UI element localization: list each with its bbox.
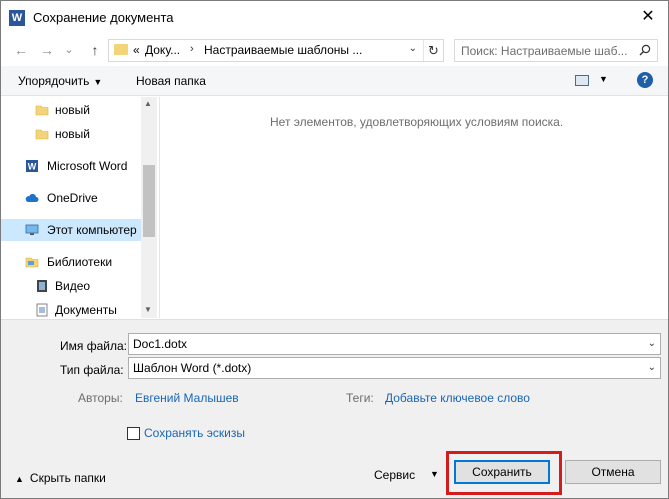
tags-value[interactable]: Добавьте ключевое слово: [385, 391, 530, 405]
close-button[interactable]: ✕: [636, 5, 660, 29]
view-options-icon[interactable]: [575, 75, 589, 86]
tags-label: Теги:: [346, 391, 374, 405]
filetype-value: Шаблон Word (*.dotx): [133, 361, 252, 375]
nav-item-folder-noviy-2[interactable]: новый: [1, 123, 141, 145]
search-input[interactable]: Поиск: Настраиваемые шаб...: [454, 39, 658, 62]
hide-folders-button[interactable]: ▲ Скрыть папки: [15, 471, 106, 485]
save-thumbnails-label[interactable]: Сохранять эскизы: [144, 426, 245, 440]
nav-item-libraries[interactable]: Библиотеки: [1, 251, 141, 273]
new-folder-button[interactable]: Новая папка: [136, 74, 206, 88]
chevron-down-icon[interactable]: ⌄: [648, 338, 656, 349]
caret-down-icon[interactable]: ▼: [430, 469, 439, 479]
documents-icon: [36, 303, 48, 317]
nav-item-label: Документы: [55, 303, 117, 317]
scroll-down-icon[interactable]: ▼: [144, 305, 152, 314]
address-bar[interactable]: « Доку... › Настраиваемые шаблоны ... ⌄ …: [108, 39, 444, 62]
forward-arrow-icon[interactable]: →: [37, 40, 57, 60]
save-dialog: W Сохранение документа ✕ ← → ⌄ ↑ « Доку.…: [0, 0, 669, 499]
authors-label: Авторы:: [78, 391, 123, 405]
help-icon[interactable]: ?: [637, 72, 653, 88]
save-highlight-box: [446, 451, 562, 495]
scrollbar-thumb[interactable]: [143, 165, 155, 237]
organize-label: Упорядочить: [18, 74, 90, 88]
filename-label: Имя файла:: [60, 339, 127, 353]
search-placeholder: Поиск: Настраиваемые шаб...: [461, 44, 628, 58]
save-options-panel: Имя файла: Doc1.dotx ⌄ Тип файла: Шаблон…: [1, 319, 668, 498]
scroll-up-icon[interactable]: ▲: [144, 99, 152, 108]
nav-item-microsoft-word[interactable]: W Microsoft Word: [1, 155, 141, 177]
svg-text:W: W: [28, 162, 37, 172]
authors-value[interactable]: Евгений Малышев: [135, 391, 239, 405]
nav-item-label: Библиотеки: [47, 255, 113, 269]
nav-item-label: новый: [55, 127, 91, 141]
word-icon: W: [26, 160, 38, 172]
save-thumbnails-checkbox[interactable]: [127, 427, 140, 440]
filetype-select[interactable]: Шаблон Word (*.dotx) ⌄: [128, 357, 661, 379]
file-list-pane[interactable]: Нет элементов, удовлетворяющих условиям …: [159, 97, 668, 318]
nav-item-video[interactable]: Видео: [1, 275, 141, 297]
search-icon: [639, 44, 651, 56]
refresh-icon[interactable]: ↻: [423, 40, 443, 61]
address-segment-documents[interactable]: Доку...: [145, 43, 180, 57]
tools-button[interactable]: Сервис: [374, 468, 415, 482]
hide-folders-label: Скрыть папки: [29, 471, 106, 485]
computer-icon: [25, 224, 39, 235]
view-caret-icon[interactable]: ▼: [599, 74, 608, 84]
cloud-icon: [25, 194, 39, 202]
folder-icon: [35, 105, 49, 116]
navigation-bar: ← → ⌄ ↑ « Доку... › Настраиваемые шаблон…: [1, 34, 668, 66]
caret-down-icon: ▼: [93, 77, 103, 87]
video-icon: [37, 280, 47, 292]
nav-item-label: Видео: [55, 279, 91, 293]
filetype-label: Тип файла:: [60, 363, 124, 377]
chevron-up-icon: ▲: [15, 474, 24, 484]
nav-item-onedrive[interactable]: OneDrive: [1, 187, 141, 209]
folder-icon: [35, 129, 49, 140]
recent-locations-dropdown[interactable]: ⌄: [63, 40, 75, 60]
organize-button[interactable]: Упорядочить ▼: [18, 74, 102, 88]
title-bar: W Сохранение документа ✕: [1, 1, 668, 34]
nav-item-label: новый: [55, 103, 91, 117]
back-arrow-icon[interactable]: ←: [11, 40, 31, 60]
address-overflow[interactable]: «: [133, 43, 140, 57]
navigation-pane: новый новый W Microsoft Word OneDrive Эт…: [1, 97, 157, 318]
up-arrow-icon[interactable]: ↑: [86, 40, 104, 60]
window-title: Сохранение документа: [33, 10, 174, 25]
address-segment-templates[interactable]: Настраиваемые шаблоны ...: [204, 43, 362, 57]
filename-value: Doc1.dotx: [133, 337, 188, 351]
chevron-right-icon[interactable]: ›: [190, 43, 194, 55]
chevron-down-icon[interactable]: ⌄: [648, 362, 656, 373]
nav-item-documents[interactable]: Документы: [1, 299, 141, 318]
folder-icon: [114, 44, 128, 55]
nav-item-label: OneDrive: [47, 191, 98, 205]
nav-item-this-pc[interactable]: Этот компьютер: [1, 219, 141, 241]
address-dropdown-icon[interactable]: ⌄: [409, 43, 417, 54]
libraries-icon: [25, 257, 39, 268]
nav-item-folder-noviy-1[interactable]: новый: [1, 99, 141, 121]
empty-results-message: Нет элементов, удовлетворяющих условиям …: [270, 115, 564, 129]
cancel-button[interactable]: Отмена: [565, 460, 661, 484]
command-bar: Упорядочить ▼ Новая папка ▼ ?: [1, 66, 668, 96]
nav-item-label: Этот компьютер: [47, 223, 137, 237]
filename-field[interactable]: Doc1.dotx ⌄: [128, 333, 661, 355]
nav-item-label: Microsoft Word: [47, 159, 128, 173]
word-app-icon: W: [9, 10, 25, 26]
